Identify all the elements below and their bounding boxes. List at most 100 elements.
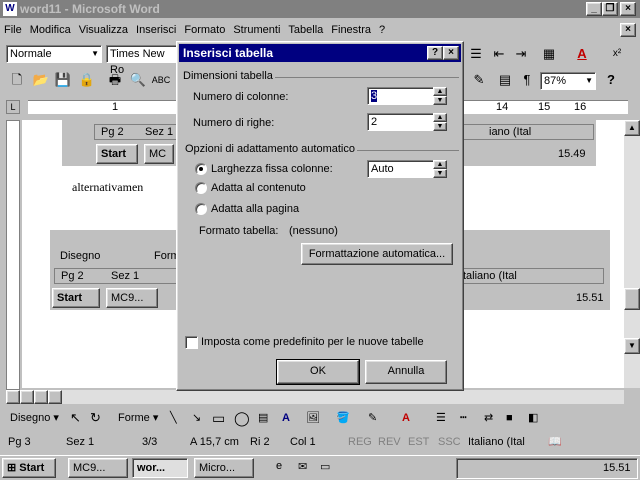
tab-selector[interactable]: L	[6, 100, 20, 114]
arrow-icon[interactable]: ↘	[192, 406, 201, 430]
taskbar-task-mc9[interactable]: MC9...	[68, 458, 128, 478]
menu-file[interactable]: File	[0, 24, 26, 36]
scroll-up-arrow[interactable]: ▲	[624, 120, 640, 136]
status-rev[interactable]: REV	[378, 432, 401, 452]
permission-icon[interactable]: 🔒	[76, 69, 98, 91]
borders-icon[interactable]: ▦	[538, 43, 560, 65]
columns-input[interactable]: 3	[367, 87, 437, 105]
clip-art-icon[interactable]: 🖼	[306, 406, 320, 430]
close-window-button[interactable]: ×	[620, 2, 636, 16]
autoformat-button[interactable]: Formattazione automatica...	[301, 243, 453, 265]
taskbar-task-word[interactable]: wor...	[132, 458, 188, 478]
close-document-button[interactable]: ×	[620, 23, 636, 37]
spin-up-icon[interactable]: ▲	[433, 87, 447, 96]
dash-style-icon[interactable]: ┅	[460, 406, 467, 430]
menu-modifica[interactable]: Modifica	[26, 24, 75, 36]
column-width-input[interactable]: Auto	[367, 160, 437, 178]
open-folder-icon[interactable]: 📂	[30, 69, 52, 91]
autofit-window-label[interactable]: Adatta alla pagina	[211, 203, 299, 215]
arrow-style-icon[interactable]: ⇄	[484, 406, 493, 430]
text-box-icon[interactable]: ▤	[258, 406, 268, 430]
cancel-button[interactable]: Annulla	[365, 360, 447, 384]
view-outline-button[interactable]	[48, 390, 62, 404]
superscript-icon[interactable]: x²	[606, 43, 628, 65]
menu-visualizza[interactable]: Visualizza	[75, 24, 132, 36]
dialog-help-button[interactable]: ?	[427, 46, 443, 60]
horizontal-scrollbar[interactable]	[6, 390, 624, 404]
autofit-window-radio[interactable]	[195, 203, 207, 215]
restore-button[interactable]: ❐	[602, 2, 618, 16]
minimize-button[interactable]: _	[586, 2, 602, 16]
scroll-thumb[interactable]	[624, 288, 640, 310]
status-ext[interactable]: EST	[408, 432, 429, 452]
vertical-scrollbar[interactable]: ▲ ▼	[624, 120, 640, 388]
clock[interactable]: 15.51	[603, 462, 631, 474]
font-color-icon[interactable]: A	[571, 43, 593, 65]
column-width-spinner[interactable]: ▲ ▼	[433, 160, 447, 178]
bullets-icon[interactable]: ☰	[465, 43, 487, 65]
oval-icon[interactable]: ◯	[234, 406, 250, 430]
spelling-icon[interactable]: ABC	[150, 69, 172, 91]
draw-menu[interactable]: Disegno ▾	[10, 406, 59, 430]
wordart-icon[interactable]: A	[282, 406, 290, 430]
menu-strumenti[interactable]: Strumenti	[229, 24, 284, 36]
spin-up-icon[interactable]: ▲	[433, 160, 447, 169]
spin-up-icon[interactable]: ▲	[433, 113, 447, 122]
rows-input[interactable]: 2	[367, 113, 437, 131]
view-normal-button[interactable]	[6, 390, 20, 404]
rectangle-icon[interactable]: ▭	[212, 406, 225, 430]
document-map-icon[interactable]: ▤	[494, 69, 516, 91]
outlook-icon[interactable]: ✉	[298, 460, 307, 473]
autofit-contents-label[interactable]: Adatta al contenuto	[211, 182, 306, 194]
line-icon[interactable]: ╲	[170, 406, 177, 430]
font-color-icon-draw[interactable]: A	[402, 406, 410, 430]
spin-down-icon[interactable]: ▼	[433, 169, 447, 178]
new-document-icon[interactable]: 🗋	[6, 69, 28, 91]
dialog-close-button[interactable]: ×	[443, 46, 459, 60]
view-print-button[interactable]	[34, 390, 48, 404]
taskbar-task-micro[interactable]: Micro...	[194, 458, 254, 478]
fixed-width-radio[interactable]	[195, 163, 207, 175]
style-select[interactable]: Normale ▼	[6, 45, 102, 63]
menu-formato[interactable]: Formato	[180, 24, 229, 36]
drawing-icon[interactable]: ✎	[468, 69, 490, 91]
print-icon[interactable]: 🖶	[104, 69, 126, 91]
increase-indent-icon[interactable]: ⇥	[510, 43, 532, 65]
default-checkbox[interactable]	[185, 336, 198, 349]
shadow-icon[interactable]: ■	[506, 406, 513, 430]
show-formatting-icon[interactable]: ¶	[516, 69, 538, 91]
rotate-icon[interactable]: ↻	[90, 406, 101, 430]
shapes-menu[interactable]: Forme ▾	[118, 406, 158, 430]
ie-icon[interactable]: e	[276, 460, 282, 472]
rows-spinner[interactable]: ▲ ▼	[433, 113, 447, 131]
autofit-contents-radio[interactable]	[195, 182, 207, 194]
fill-color-icon[interactable]: 🪣	[336, 406, 350, 430]
line-color-icon[interactable]: ✎	[368, 406, 377, 430]
scroll-down-arrow[interactable]: ▼	[624, 338, 640, 354]
view-web-button[interactable]	[20, 390, 34, 404]
save-icon[interactable]: 💾	[52, 69, 74, 91]
spin-down-icon[interactable]: ▼	[433, 96, 447, 105]
help-icon[interactable]: ?	[600, 69, 622, 91]
menu-tabella[interactable]: Tabella	[284, 24, 327, 36]
desktop-icon[interactable]: ▭	[320, 460, 330, 473]
3d-icon[interactable]: ◧	[528, 406, 538, 430]
print-preview-icon[interactable]: 🔍	[127, 69, 149, 91]
status-rec[interactable]: REG	[348, 432, 372, 452]
start-button[interactable]: ⊞ Start	[2, 458, 56, 478]
menu-finestra[interactable]: Finestra	[327, 24, 375, 36]
fixed-width-label[interactable]: Larghezza fissa colonne:	[211, 163, 333, 175]
status-ovr[interactable]: SSC	[438, 432, 461, 452]
menu-inserisci[interactable]: Inserisci	[132, 24, 180, 36]
spelling-status-icon[interactable]: 📖	[548, 432, 562, 452]
select-objects-icon[interactable]: ↖	[70, 406, 81, 430]
default-checkbox-label[interactable]: Imposta come predefinito per le nuove ta…	[201, 336, 424, 348]
columns-spinner[interactable]: ▲ ▼	[433, 87, 447, 105]
zoom-select[interactable]: 87% ▼	[540, 72, 596, 90]
font-select[interactable]: Times New Ro	[106, 45, 182, 76]
line-style-icon[interactable]: ☰	[436, 406, 446, 430]
spin-down-icon[interactable]: ▼	[433, 122, 447, 131]
decrease-indent-icon[interactable]: ⇤	[488, 43, 510, 65]
ok-button[interactable]: OK	[276, 359, 360, 385]
menu-help[interactable]: ?	[375, 24, 389, 36]
